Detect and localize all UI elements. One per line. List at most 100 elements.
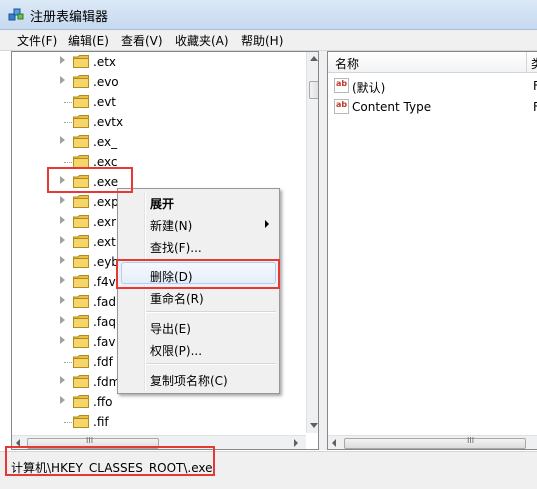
tree-item-label: .exr — [93, 215, 117, 229]
values-list[interactable]: 名称 类 ab (默认) F ab Content Type F III — [327, 51, 537, 450]
folder-icon — [73, 315, 89, 328]
folder-icon — [73, 55, 89, 68]
expand-arrow-icon[interactable] — [60, 196, 65, 204]
string-value-icon: ab — [334, 99, 349, 114]
registry-editor-icon — [8, 8, 24, 21]
expand-arrow-icon[interactable] — [60, 296, 65, 304]
menu-edit[interactable]: 编辑(E) — [68, 32, 109, 49]
scroll-down-icon[interactable] — [310, 423, 318, 428]
folder-icon — [73, 215, 89, 228]
tree-item-label: .etx — [93, 55, 117, 69]
menu-separator — [146, 363, 276, 365]
tree-item-label: .fad — [93, 295, 117, 309]
tree-item-label: .faq — [93, 315, 117, 329]
expand-arrow-icon[interactable] — [60, 276, 65, 284]
column-header[interactable]: 名称 类 — [328, 52, 537, 73]
tree-vertical-scrollbar[interactable] — [306, 52, 318, 433]
expand-arrow-icon[interactable] — [60, 136, 65, 144]
tree-vertical-scroll-thumb[interactable] — [309, 81, 318, 99]
highlight-box-status — [5, 446, 215, 476]
folder-icon — [73, 355, 89, 368]
submenu-arrow-icon — [265, 220, 269, 228]
tree-item-label: .ffo — [93, 395, 113, 409]
tree-item-label: .fav — [93, 335, 116, 349]
menu-help[interactable]: 帮助(H) — [241, 32, 283, 49]
tree-connector — [64, 362, 72, 363]
expand-arrow-icon[interactable] — [60, 56, 65, 64]
list-horizontal-scrollbar[interactable]: III — [328, 435, 537, 449]
tree-item-label: .evtx — [93, 115, 124, 129]
menu-file[interactable]: 文件(F) — [17, 32, 57, 49]
menu-favorites[interactable]: 收藏夹(A) — [175, 32, 229, 49]
folder-icon — [73, 195, 89, 208]
column-separator[interactable] — [526, 52, 527, 72]
tree-item-label: .ext — [93, 235, 116, 249]
tree-item-label: .fdf — [93, 355, 113, 369]
menu-item-rename[interactable]: 重命名(R) — [150, 290, 204, 307]
value-name: (默认) — [352, 81, 386, 95]
menu-item-expand[interactable]: 展开 — [150, 195, 174, 212]
tree-connector — [64, 122, 72, 123]
tree-item[interactable]: .evtx — [12, 112, 302, 132]
value-row-default[interactable]: ab (默认) F — [328, 76, 537, 96]
folder-icon — [73, 255, 89, 268]
tree-item[interactable]: .ex_ — [12, 132, 302, 152]
column-name-header[interactable]: 名称 — [335, 55, 359, 72]
expand-arrow-icon[interactable] — [60, 396, 65, 404]
folder-icon — [73, 75, 89, 88]
scroll-grip: III — [467, 436, 475, 445]
tree-item[interactable]: .evt — [12, 92, 302, 112]
list-horizontal-scroll-thumb[interactable]: III — [344, 436, 526, 449]
highlight-box-exe — [47, 167, 133, 193]
value-type: F — [533, 79, 537, 93]
tree-connector — [64, 102, 72, 103]
folder-icon — [73, 335, 89, 348]
tree-item-label: .fif — [93, 415, 109, 429]
expand-arrow-icon[interactable] — [60, 316, 65, 324]
value-name: Content Type — [352, 100, 432, 114]
expand-arrow-icon[interactable] — [60, 76, 65, 84]
menu-item-permissions[interactable]: 权限(P)... — [150, 342, 202, 359]
scroll-left-icon[interactable] — [332, 439, 336, 447]
value-row-content-type[interactable]: ab Content Type F — [328, 97, 537, 117]
tree-item-label: .ex_ — [93, 135, 118, 149]
folder-icon — [73, 415, 89, 428]
tree-item[interactable]: .etx — [12, 52, 302, 72]
tree-item-label: .exp — [93, 195, 119, 209]
scroll-grip: III — [86, 436, 94, 445]
menu-item-export[interactable]: 导出(E) — [150, 320, 191, 337]
menu-bar: 文件(F) 编辑(E) 查看(V) 收藏夹(A) 帮助(H) — [0, 30, 537, 51]
expand-arrow-icon[interactable] — [60, 376, 65, 384]
folder-icon — [73, 235, 89, 248]
tree-connector — [64, 162, 72, 163]
tree-item-label: .evt — [93, 95, 117, 109]
folder-icon — [73, 95, 89, 108]
folder-icon — [73, 115, 89, 128]
folder-icon — [73, 275, 89, 288]
context-menu: 展开 新建(N) 查找(F)... 删除(D) 重命名(R) 导出(E) 权限(… — [117, 188, 280, 394]
scroll-up-icon[interactable] — [310, 56, 318, 61]
column-type-header[interactable]: 类 — [531, 55, 537, 72]
expand-arrow-icon[interactable] — [60, 236, 65, 244]
folder-icon — [73, 395, 89, 408]
folder-icon — [73, 295, 89, 308]
menu-gutter — [144, 191, 146, 391]
title-bar: 注册表编辑器 — [0, 0, 537, 30]
folder-icon — [73, 375, 89, 388]
tree-connector — [64, 422, 72, 423]
pane-splitter[interactable] — [319, 51, 327, 450]
folder-icon — [73, 135, 89, 148]
expand-arrow-icon[interactable] — [60, 216, 65, 224]
scroll-right-icon[interactable] — [294, 439, 298, 447]
expand-arrow-icon[interactable] — [60, 336, 65, 344]
expand-arrow-icon[interactable] — [60, 256, 65, 264]
tree-item[interactable]: .evo — [12, 72, 302, 92]
tree-item[interactable]: .fif — [12, 412, 302, 432]
menu-item-find[interactable]: 查找(F)... — [150, 239, 202, 256]
menu-item-copy-key-name[interactable]: 复制项名称(C) — [150, 372, 228, 389]
highlight-box-delete — [116, 259, 280, 289]
menu-view[interactable]: 查看(V) — [121, 32, 163, 49]
menu-item-new[interactable]: 新建(N) — [150, 217, 192, 234]
tree-item[interactable]: .ffo — [12, 392, 302, 412]
tree-item-label: .evo — [93, 75, 119, 89]
